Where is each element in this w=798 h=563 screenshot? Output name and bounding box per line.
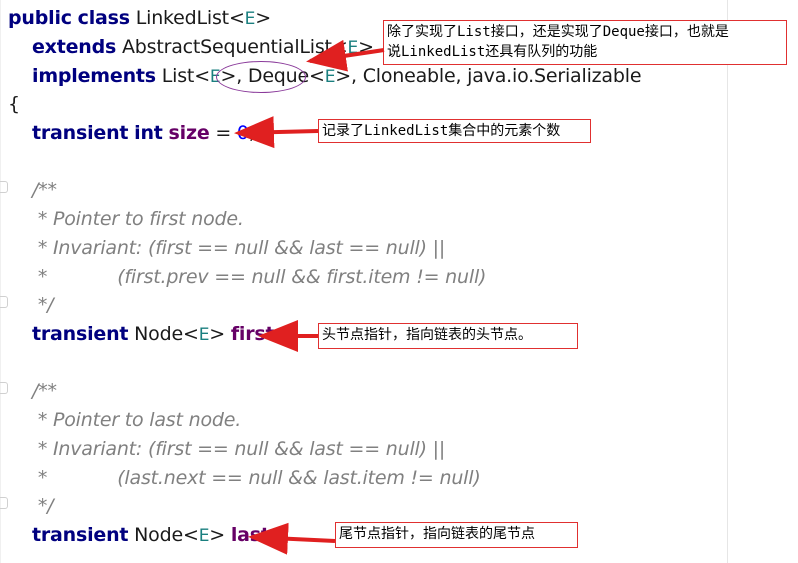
arrow-deque (306, 39, 385, 72)
annotation-arrows (234, 39, 385, 555)
code-editor[interactable]: public class LinkedList<E> extends Abstr… (0, 0, 798, 563)
arrow-last (248, 522, 336, 555)
arrow-size (234, 116, 319, 149)
